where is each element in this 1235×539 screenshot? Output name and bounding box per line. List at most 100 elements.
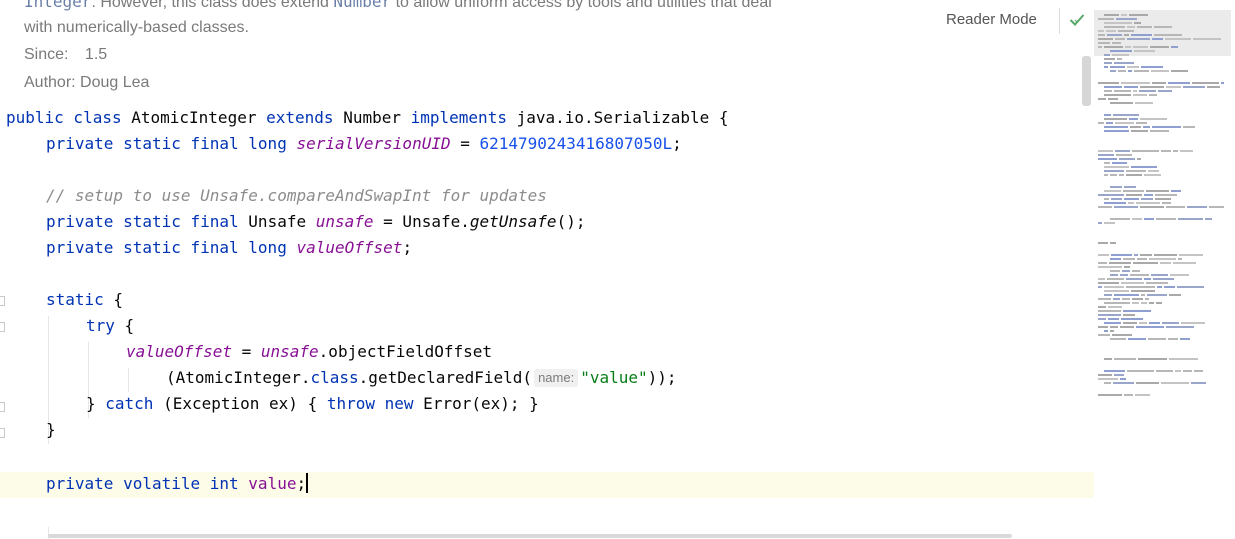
minimap-line [1127, 66, 1139, 68]
reader-mode-button[interactable]: Reader Mode [946, 11, 1037, 28]
javadoc-author: Author: Doug Lea [24, 74, 149, 92]
minimap-line [1146, 190, 1169, 192]
minimap-line [1130, 274, 1149, 276]
minimap-line [1132, 150, 1159, 152]
minimap-line [1104, 130, 1129, 132]
minimap-line [1104, 66, 1108, 68]
field-name: valueOffset [126, 342, 232, 361]
minimap-line [1141, 294, 1145, 296]
minimap-line [1124, 394, 1133, 396]
javadoc-text: . However, this class does extend [91, 0, 334, 11]
check-icon[interactable] [1069, 12, 1085, 28]
javadoc-code-ref[interactable]: Number [333, 0, 391, 11]
minimap-line [1126, 174, 1142, 176]
minimap-line [1154, 26, 1172, 28]
minimap-line [1108, 306, 1122, 308]
minimap-line [1098, 314, 1121, 316]
type-name: Number [343, 108, 401, 127]
minimap-line [1107, 278, 1124, 280]
minimap-line [1120, 326, 1134, 328]
punctuation: ; [672, 134, 682, 153]
type-name: Unsafe [248, 212, 307, 231]
minimap-line [1111, 254, 1132, 256]
minimap-line [1104, 162, 1110, 164]
minimap-line [1166, 326, 1194, 328]
code-minimap[interactable] [1094, 10, 1230, 400]
minimap-line [1110, 242, 1116, 244]
minimap-line [1104, 166, 1129, 168]
minimap-line [1098, 222, 1102, 224]
minimap-line [1162, 322, 1179, 324]
fold-marker[interactable] [0, 322, 5, 332]
toolbar-divider [1059, 8, 1060, 34]
minimap-line [1128, 202, 1134, 204]
minimap-line [1141, 302, 1147, 304]
code-text: Error(ex); } [413, 394, 539, 413]
minimap-line [1112, 54, 1129, 56]
code-line-assign[interactable]: valueOffset = unsafe.objectFieldOffset [126, 339, 492, 365]
minimap-line [1098, 254, 1109, 256]
minimap-line [1144, 174, 1161, 176]
code-line-class-decl[interactable]: public class AtomicInteger extends Numbe… [6, 105, 729, 131]
minimap-line [1180, 338, 1190, 340]
fold-marker[interactable] [0, 296, 5, 306]
javadoc-code-ref[interactable]: Integer [24, 0, 91, 11]
horizontal-scrollbar[interactable] [48, 534, 1012, 538]
keyword: throw [326, 394, 375, 413]
minimap-line [1137, 158, 1141, 160]
code-line-unsafe[interactable]: private static final Unsafe unsafe = Uns… [46, 209, 585, 235]
keyword: public class [6, 108, 122, 127]
minimap-line [1140, 206, 1164, 208]
minimap-line [1123, 258, 1135, 260]
minimap-line [1134, 70, 1149, 72]
minimap-line [1139, 90, 1156, 92]
type-name: java.io.Serializable { [516, 108, 729, 127]
minimap-line [1128, 338, 1146, 340]
fold-marker[interactable] [0, 402, 5, 412]
code-line-valueoffset[interactable]: private static final long valueOffset; [46, 235, 412, 261]
code-line-close-brace[interactable]: } [46, 417, 56, 443]
code-line-declared-field[interactable]: (AtomicInteger.class.getDeclaredField(na… [166, 365, 677, 391]
keyword: extends [266, 108, 334, 127]
minimap-line [1098, 334, 1110, 336]
minimap-line [1205, 218, 1212, 220]
minimap-line [1112, 162, 1127, 164]
fold-marker[interactable] [0, 428, 5, 438]
minimap-line [1104, 170, 1124, 172]
vertical-scrollbar-thumb[interactable] [1082, 56, 1091, 106]
keyword: private static final long [46, 238, 287, 257]
minimap-line [1104, 26, 1125, 28]
minimap-line [1104, 202, 1126, 204]
code-line-volatile[interactable]: private volatile int value; [46, 471, 309, 497]
keyword: try [86, 316, 115, 335]
minimap-line [1155, 198, 1171, 200]
code-line-serial[interactable]: private static final long serialVersionU… [46, 131, 682, 157]
minimap-line [1104, 62, 1112, 64]
code-line-comment[interactable]: // setup to use Unsafe.compareAndSwapInt… [46, 183, 547, 209]
minimap-line [1129, 118, 1138, 120]
keyword: class [310, 368, 359, 387]
minimap-line [1115, 38, 1125, 40]
code-line-static-block[interactable]: static { [46, 287, 123, 313]
code-line-try[interactable]: try { [86, 313, 134, 339]
minimap-line [1098, 326, 1108, 328]
minimap-line [1112, 334, 1132, 336]
minimap-line [1132, 218, 1142, 220]
minimap-line [1104, 190, 1121, 192]
minimap-line [1098, 266, 1122, 268]
keyword: private static final long [46, 134, 287, 153]
minimap-line [1136, 382, 1159, 384]
minimap-line [1109, 262, 1131, 264]
minimap-line [1119, 158, 1135, 160]
minimap-line [1171, 190, 1181, 192]
parameter-hint: name: [534, 369, 579, 387]
minimap-line [1098, 150, 1113, 152]
minimap-line [1171, 46, 1178, 48]
minimap-line [1114, 374, 1124, 376]
minimap-line [1124, 34, 1129, 36]
minimap-line [1118, 30, 1134, 32]
minimap-line [1113, 298, 1120, 300]
field-name: unsafe [315, 212, 374, 231]
code-text: (Exception ex) { [153, 394, 327, 413]
code-line-catch[interactable]: } catch (Exception ex) { throw new Error… [86, 391, 539, 417]
